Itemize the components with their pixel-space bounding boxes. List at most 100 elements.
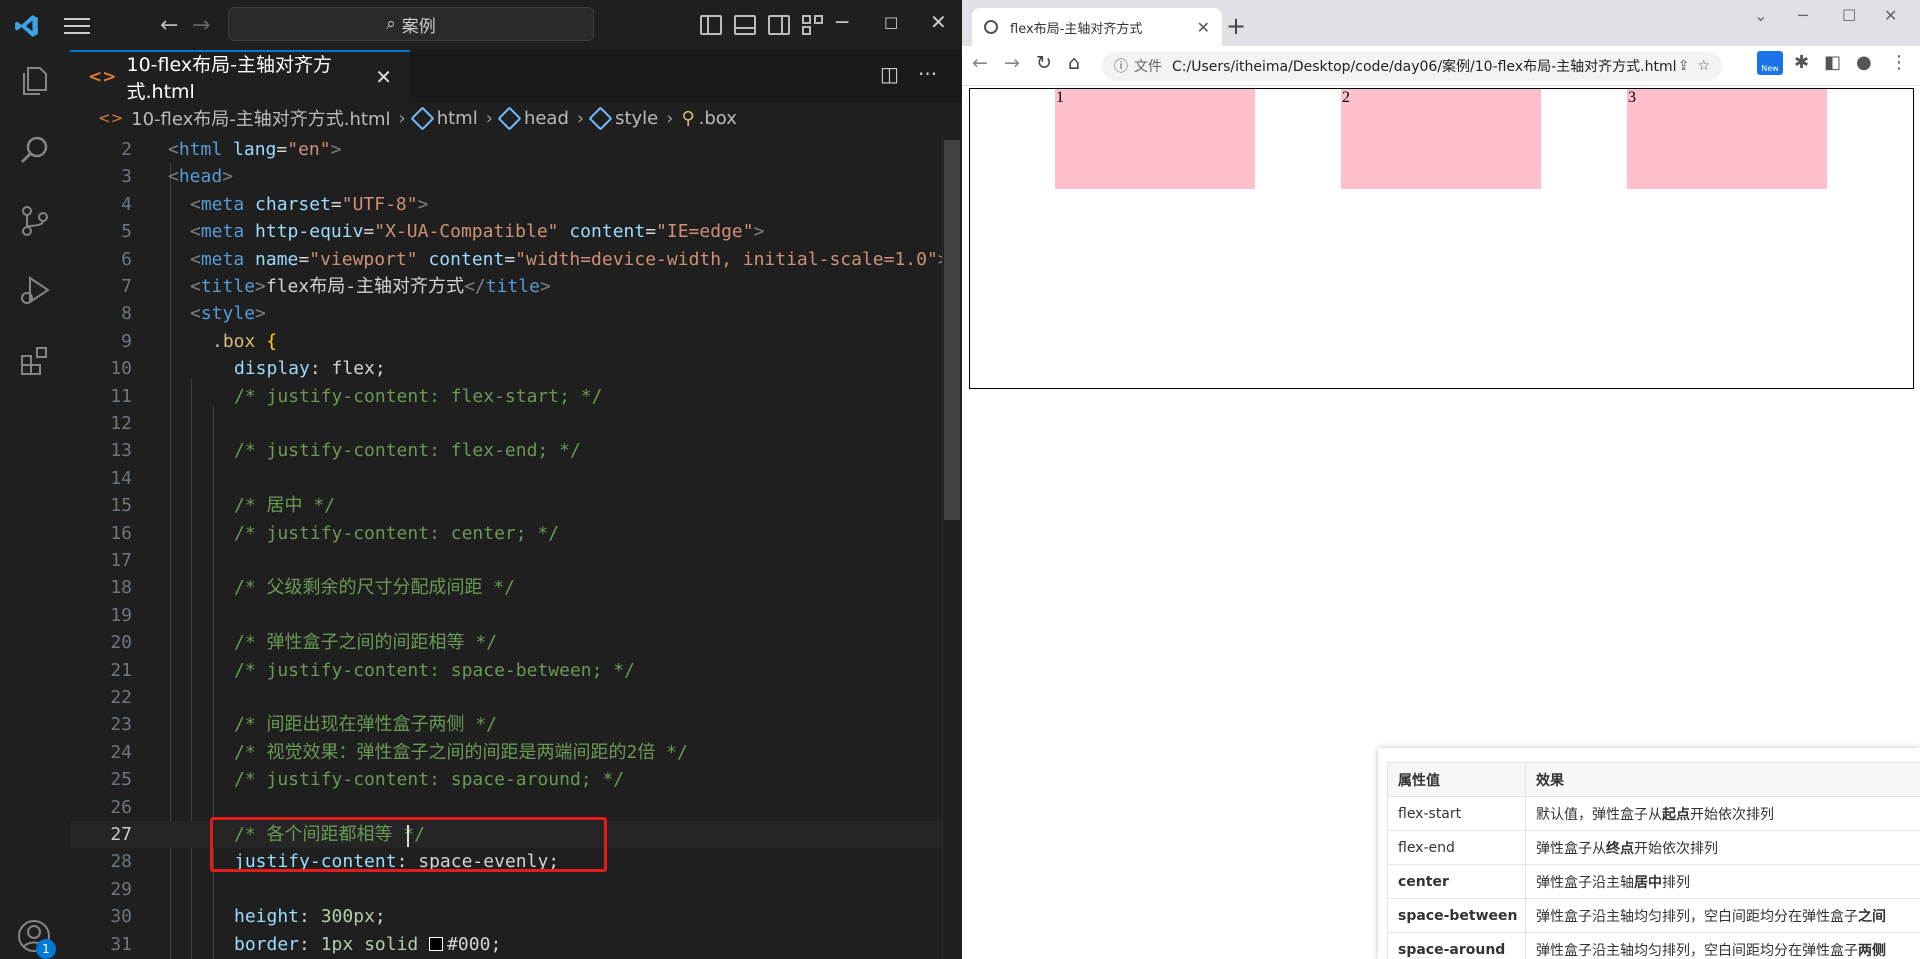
table-cell-effect: 弹性盒子沿主轴均匀排列，空白间距均分在弹性盒子之间 xyxy=(1525,898,1920,933)
reload-icon[interactable]: ↻ xyxy=(1036,52,1052,74)
more-options-icon[interactable]: ⋮ xyxy=(1890,52,1908,73)
minimize-icon[interactable]: ─ xyxy=(836,10,848,34)
command-center-search[interactable]: ⌕ 案例 xyxy=(228,7,594,41)
breadcrumb-style[interactable]: style xyxy=(615,108,658,129)
color-swatch-icon[interactable] xyxy=(429,936,444,951)
line-number: 20 xyxy=(110,632,132,654)
line-number: 9 xyxy=(121,330,132,352)
extensions-icon[interactable] xyxy=(18,344,52,378)
code-line: <style> xyxy=(190,303,266,325)
symbol-class-icon: ⚲ xyxy=(681,107,695,129)
breadcrumb-file[interactable]: 10-flex布局-主轴对齐方式.html xyxy=(131,105,390,131)
chevron-right-icon: › xyxy=(485,107,493,129)
symbol-element-icon xyxy=(588,105,613,131)
code-line: /* 间距出现在弹性盒子两侧 */ xyxy=(234,714,498,736)
table-header: 属性值 xyxy=(1387,762,1526,797)
line-number: 23 xyxy=(110,714,132,736)
close-window-icon[interactable]: ✕ xyxy=(930,10,947,34)
line-number: 3 xyxy=(121,166,132,188)
new-tab-icon[interactable]: + xyxy=(1226,12,1246,40)
table-cell-value: space-around xyxy=(1387,932,1526,959)
minimize-icon[interactable]: ─ xyxy=(1798,6,1808,25)
line-number: 25 xyxy=(110,769,132,791)
table-cell-value: flex-start xyxy=(1387,796,1526,831)
side-panel-icon[interactable]: ◧ xyxy=(1824,52,1841,73)
line-number: 7 xyxy=(121,276,132,297)
code-line: <meta http-equiv="X-UA-Compatible" conte… xyxy=(190,221,765,243)
line-number: 16 xyxy=(110,522,132,544)
address-bar[interactable]: ⓘ 文件 C:/Users/itheima/Desktop/code/day06… xyxy=(1102,51,1722,81)
table-cell-value: space-between xyxy=(1387,898,1526,933)
scrollbar-thumb[interactable] xyxy=(944,140,960,520)
search-icon[interactable] xyxy=(18,134,52,168)
code-line: /* 父级剩余的尺寸分配成间距 */ xyxy=(234,577,516,599)
line-number: 8 xyxy=(121,303,132,325)
symbol-element-icon xyxy=(410,105,435,131)
explorer-icon[interactable] xyxy=(18,64,52,98)
extensions-puzzle-icon[interactable]: ✱ xyxy=(1794,52,1809,73)
forward-arrow-icon[interactable]: → xyxy=(1004,52,1020,74)
line-number: 17 xyxy=(110,550,132,571)
table-header: 效果 xyxy=(1525,762,1920,797)
back-arrow-icon[interactable]: ← xyxy=(160,13,178,38)
editor-tab-active[interactable]: <> 10-flex布局-主轴对齐方式.html ✕ xyxy=(70,50,410,103)
close-window-icon[interactable]: ✕ xyxy=(1884,6,1897,25)
line-number: 19 xyxy=(110,604,132,626)
flex-item-2: 2 xyxy=(1341,89,1541,189)
code-line: /* justify-content: space-around; */ xyxy=(234,769,625,791)
line-number: 5 xyxy=(121,221,132,243)
extension-new-icon[interactable]: New xyxy=(1757,51,1783,75)
browser-tab[interactable]: flex布局-主轴对齐方式 ✕ xyxy=(972,8,1222,46)
table-cell-effect: 弹性盒子从终点开始依次排列 xyxy=(1525,830,1920,865)
line-number: 10 xyxy=(110,358,132,380)
vscode-window: ← → ⌕ 案例 ─ ☐ ✕ 1 <> 10-flex布局-主轴对齐方式.htm… xyxy=(0,0,962,959)
line-number: 21 xyxy=(110,659,132,681)
bookmark-star-icon[interactable]: ☆ xyxy=(1697,58,1710,74)
account-badge: 1 xyxy=(36,939,56,959)
close-tab-icon[interactable]: ✕ xyxy=(375,65,392,89)
code-line: <head> xyxy=(168,166,234,188)
code-line: /* justify-content: flex-start; */ xyxy=(234,385,603,407)
toggle-panel-icon[interactable] xyxy=(734,15,756,35)
more-actions-icon[interactable]: ··· xyxy=(918,62,937,86)
close-tab-icon[interactable]: ✕ xyxy=(1197,18,1210,37)
forward-arrow-icon[interactable]: → xyxy=(192,13,210,38)
run-debug-icon[interactable] xyxy=(18,274,52,308)
table-cell-effect: 弹性盒子沿主轴均匀排列，空白间距均分在弹性盒子两侧 xyxy=(1525,932,1920,959)
profile-icon[interactable]: ● xyxy=(1856,52,1872,73)
code-line: height: 300px; xyxy=(234,906,386,928)
property-table: 属性值 效果 flex-start 默认值，弹性盒子从起点开始依次排列 flex… xyxy=(1387,762,1920,959)
info-icon: ⓘ xyxy=(1114,59,1128,75)
customize-layout-icon[interactable] xyxy=(802,15,824,35)
table-row: center 弹性盒子沿主轴居中排列 xyxy=(1387,864,1920,899)
highlight-box xyxy=(210,817,607,872)
chevron-down-icon[interactable]: ⌄ xyxy=(1754,6,1767,25)
toggle-primary-sidebar-icon[interactable] xyxy=(700,15,722,35)
source-control-icon[interactable] xyxy=(18,204,52,238)
line-number: 12 xyxy=(110,413,132,434)
split-editor-icon[interactable]: ◫ xyxy=(880,62,899,86)
share-icon[interactable]: ⇪ xyxy=(1678,58,1690,74)
search-icon: ⌕ xyxy=(386,14,396,34)
toggle-secondary-sidebar-icon[interactable] xyxy=(768,15,790,35)
table-cell-value: center xyxy=(1387,864,1526,899)
url-scheme-label: 文件 xyxy=(1134,59,1162,75)
url-text: C:/Users/itheima/Desktop/code/day06/案例/1… xyxy=(1172,59,1677,75)
breadcrumb-box[interactable]: .box xyxy=(699,108,737,129)
line-number: 13 xyxy=(110,440,132,462)
table-row: space-between 弹性盒子沿主轴均匀排列，空白间距均分在弹性盒子之间 xyxy=(1387,898,1920,933)
breadcrumb-html[interactable]: html xyxy=(437,108,478,129)
line-number: 18 xyxy=(110,577,132,599)
hamburger-menu-icon[interactable] xyxy=(64,16,90,36)
line-number: 14 xyxy=(110,467,132,489)
tab-label: 10-flex布局-主轴对齐方式.html xyxy=(126,54,332,103)
line-number: 29 xyxy=(110,878,132,900)
maximize-icon[interactable]: ☐ xyxy=(1842,6,1856,25)
back-arrow-icon[interactable]: ← xyxy=(972,52,988,74)
code-line: /* justify-content: space-between; */ xyxy=(234,659,635,681)
maximize-icon[interactable]: ☐ xyxy=(884,14,898,33)
line-number: 22 xyxy=(110,687,132,708)
code-line: /* 弹性盒子之间的间距相等 */ xyxy=(234,632,498,654)
breadcrumb-head[interactable]: head xyxy=(524,108,569,129)
home-icon[interactable]: ⌂ xyxy=(1068,52,1080,74)
